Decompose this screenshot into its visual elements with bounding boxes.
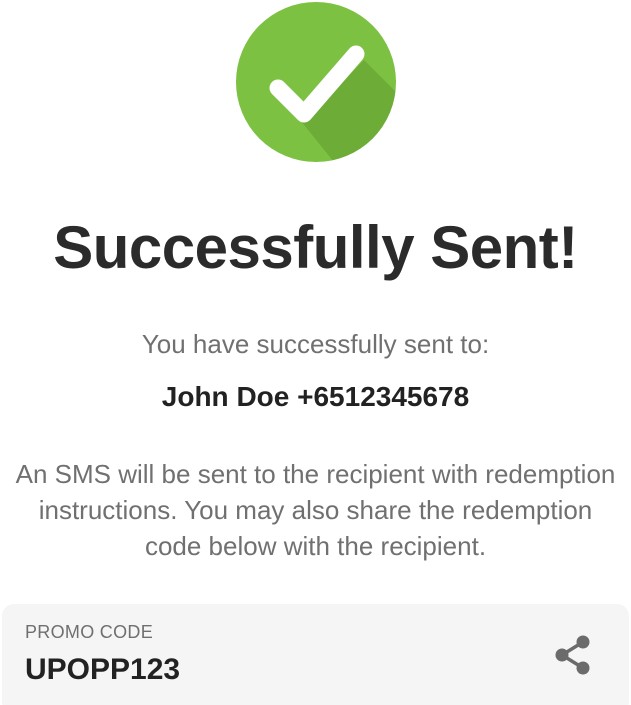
sms-info-text: An SMS will be sent to the recipient wit…	[15, 459, 616, 561]
check-circle-icon	[236, 2, 396, 162]
sent-to-label: You have successfully sent to:	[141, 329, 490, 359]
success-screen: Successfully Sent! You have successfully…	[0, 0, 631, 705]
page-title: Successfully Sent!	[53, 214, 578, 281]
promo-code-value: UPOPP123	[25, 653, 181, 686]
share-icon[interactable]	[550, 632, 596, 678]
promo-code-label: PROMO CODE	[25, 622, 154, 642]
recipient-name-phone: John Doe +6512345678	[161, 381, 470, 412]
promo-code-card: PROMO CODE UPOPP123	[2, 604, 629, 705]
